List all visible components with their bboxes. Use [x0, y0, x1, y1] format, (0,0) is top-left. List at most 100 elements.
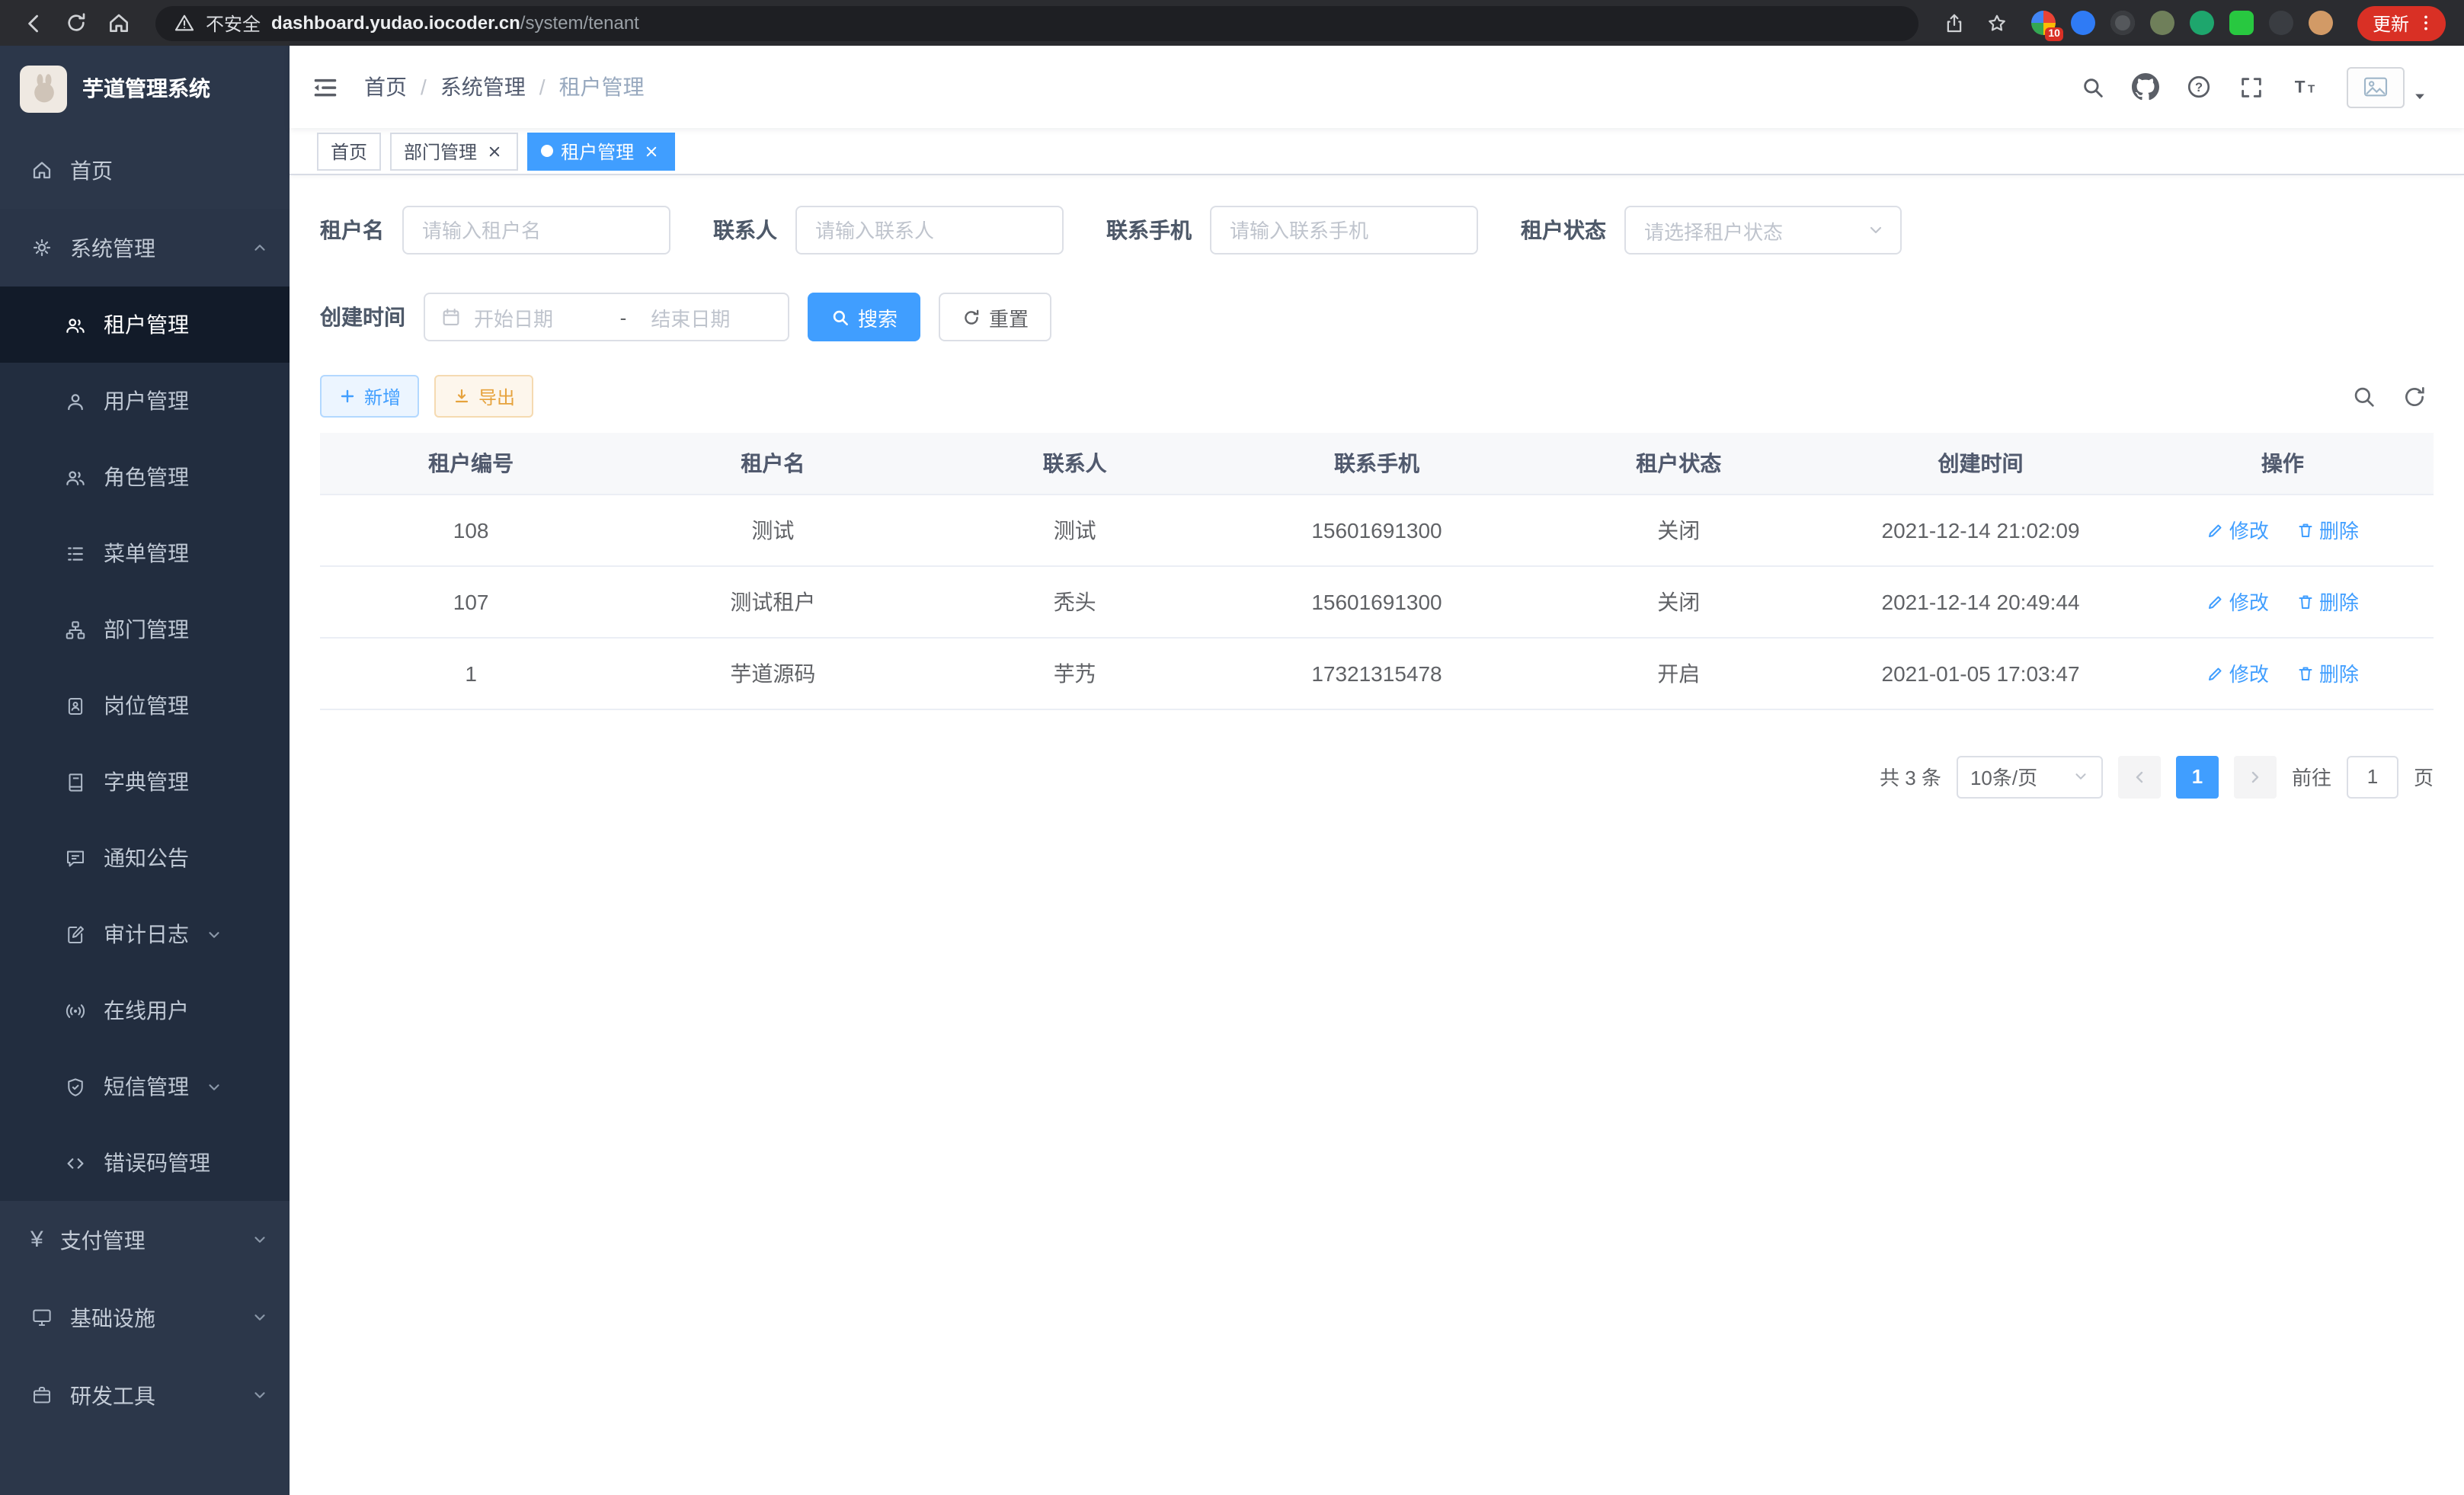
- app-logo[interactable]: 芋道管理系统: [0, 46, 290, 131]
- cell-status: 关闭: [1528, 494, 1829, 565]
- home-icon: [30, 158, 53, 181]
- prev-page-button[interactable]: [2118, 755, 2161, 798]
- help-icon[interactable]: ?: [2185, 73, 2213, 101]
- cell-tenant-name: 测试: [622, 494, 923, 565]
- sidebar-item-online-users[interactable]: 在线用户: [0, 972, 290, 1048]
- sidebar-item-sms[interactable]: 短信管理: [0, 1048, 290, 1125]
- plus-icon: [338, 387, 357, 405]
- sidebar-group-devtools[interactable]: 研发工具: [0, 1356, 290, 1434]
- chevron-up-icon: [251, 239, 268, 256]
- tab-dept[interactable]: 部门管理: [390, 132, 518, 170]
- sidebar-item-notice[interactable]: 通知公告: [0, 820, 290, 896]
- page-unit-label: 页: [2414, 762, 2434, 791]
- next-page-button[interactable]: [2234, 755, 2277, 798]
- sidebar-fold-icon[interactable]: [311, 72, 340, 101]
- pagination: 共 3 条 10条/页 1 前往 页: [320, 755, 2434, 798]
- close-icon[interactable]: [642, 141, 661, 161]
- extension-dark-icon[interactable]: [2269, 11, 2293, 35]
- svg-text:?: ?: [2195, 81, 2203, 94]
- export-button[interactable]: 导出: [434, 375, 533, 418]
- extension-dark-ring-icon[interactable]: [2110, 11, 2135, 35]
- tenant-name-input[interactable]: [402, 206, 670, 255]
- url-text: dashboard.yudao.iocoder.cn/system/tenant: [271, 12, 639, 34]
- cell-tenant-id: 108: [320, 494, 622, 565]
- edit-button[interactable]: 修改: [2206, 658, 2269, 687]
- share-icon[interactable]: [1940, 8, 1970, 38]
- sidebar-group-payment[interactable]: ¥ 支付管理: [0, 1201, 290, 1279]
- extension-green-check-icon[interactable]: [2190, 11, 2214, 35]
- phone-input[interactable]: [1210, 206, 1478, 255]
- status-select[interactable]: 请选择租户状态: [1624, 206, 1902, 255]
- table-search-toggle-icon[interactable]: [2351, 383, 2377, 409]
- delete-button[interactable]: 删除: [2296, 587, 2359, 616]
- edit-button[interactable]: 修改: [2206, 515, 2269, 544]
- fullscreen-icon[interactable]: [2238, 74, 2264, 100]
- cell-contact: 芋艿: [924, 637, 1226, 709]
- chevron-down-icon: [206, 1078, 222, 1095]
- breadcrumb-system[interactable]: 系统管理: [440, 72, 526, 102]
- home-icon[interactable]: [104, 8, 134, 38]
- tab-home[interactable]: 首页: [317, 132, 381, 170]
- sidebar-group-system[interactable]: 系统管理: [0, 209, 290, 287]
- date-start-placeholder: 开始日期: [474, 303, 611, 331]
- cell-phone: 15601691300: [1226, 565, 1528, 637]
- back-icon[interactable]: [18, 8, 49, 38]
- search-button[interactable]: 搜索: [808, 293, 920, 341]
- download-icon: [453, 387, 471, 405]
- edit-button[interactable]: 修改: [2206, 587, 2269, 616]
- close-icon[interactable]: [485, 141, 504, 161]
- extension-green-square-icon[interactable]: [2229, 11, 2254, 35]
- caret-down-icon: [2412, 88, 2427, 103]
- avatar: [2347, 66, 2405, 107]
- header-search-icon[interactable]: [2080, 74, 2106, 100]
- cell-contact: 测试: [924, 494, 1226, 565]
- edit-doc-icon: [64, 923, 87, 946]
- browser-update-button[interactable]: 更新: [2357, 5, 2446, 40]
- sidebar-item-menu[interactable]: 菜单管理: [0, 515, 290, 591]
- extension-blue-icon[interactable]: [2071, 11, 2095, 35]
- extensions-area: 10: [2031, 11, 2333, 35]
- user-avatar-menu[interactable]: [2347, 66, 2427, 107]
- create-time-range-picker[interactable]: 开始日期 - 结束日期: [424, 293, 789, 341]
- font-size-icon[interactable]: TT: [2290, 73, 2321, 101]
- reset-button[interactable]: 重置: [939, 293, 1051, 341]
- bookmark-star-icon[interactable]: [1982, 8, 2013, 38]
- edit-pen-icon: [2206, 664, 2225, 682]
- status-label: 租户状态: [1521, 215, 1606, 245]
- sidebar-item-tenant[interactable]: 租户管理: [0, 287, 290, 363]
- sidebar-item-user[interactable]: 用户管理: [0, 363, 290, 439]
- delete-button[interactable]: 删除: [2296, 658, 2359, 687]
- extension-olive-icon[interactable]: [2150, 11, 2174, 35]
- cell-phone: 17321315478: [1226, 637, 1528, 709]
- contact-input[interactable]: [795, 206, 1064, 255]
- table-refresh-icon[interactable]: [2402, 383, 2427, 409]
- toolbox-icon: [30, 1384, 53, 1407]
- breadcrumb-home[interactable]: 首页: [364, 72, 407, 102]
- page-size-select[interactable]: 10条/页: [1957, 755, 2103, 798]
- goto-page-input[interactable]: [2347, 755, 2398, 798]
- sidebar-item-home[interactable]: 首页: [0, 131, 290, 209]
- extension-pinwheel-icon[interactable]: 10: [2031, 11, 2056, 35]
- sidebar-item-audit-log[interactable]: 审计日志: [0, 896, 290, 972]
- sidebar-item-error-code[interactable]: 错误码管理: [0, 1125, 290, 1201]
- sidebar-item-post[interactable]: 岗位管理: [0, 667, 290, 744]
- page-number-1[interactable]: 1: [2176, 755, 2219, 798]
- sidebar-item-dict[interactable]: 字典管理: [0, 744, 290, 820]
- sidebar-item-dept[interactable]: 部门管理: [0, 591, 290, 667]
- caret-down-icon: [1867, 221, 1885, 239]
- reload-icon[interactable]: [61, 8, 91, 38]
- chevron-right-icon: [2246, 767, 2264, 786]
- sidebar-group-infrastructure[interactable]: 基础设施: [0, 1279, 290, 1356]
- address-bar[interactable]: 不安全 dashboard.yudao.iocoder.cn/system/te…: [155, 5, 1918, 40]
- user-icon: [64, 389, 87, 412]
- edit-pen-icon: [2206, 592, 2225, 610]
- delete-button[interactable]: 删除: [2296, 515, 2359, 544]
- github-icon[interactable]: [2132, 73, 2159, 101]
- tenant-table: 租户编号 租户名 联系人 联系手机 租户状态 创建时间 操作 108 测试 测试…: [320, 433, 2434, 709]
- col-actions: 操作: [2132, 433, 2434, 494]
- sidebar-item-role[interactable]: 角色管理: [0, 439, 290, 515]
- tab-tenant[interactable]: 租户管理: [527, 132, 675, 170]
- add-button[interactable]: 新增: [320, 375, 419, 418]
- profile-avatar-icon[interactable]: [2309, 11, 2333, 35]
- screen: 不安全 dashboard.yudao.iocoder.cn/system/te…: [0, 0, 2464, 1495]
